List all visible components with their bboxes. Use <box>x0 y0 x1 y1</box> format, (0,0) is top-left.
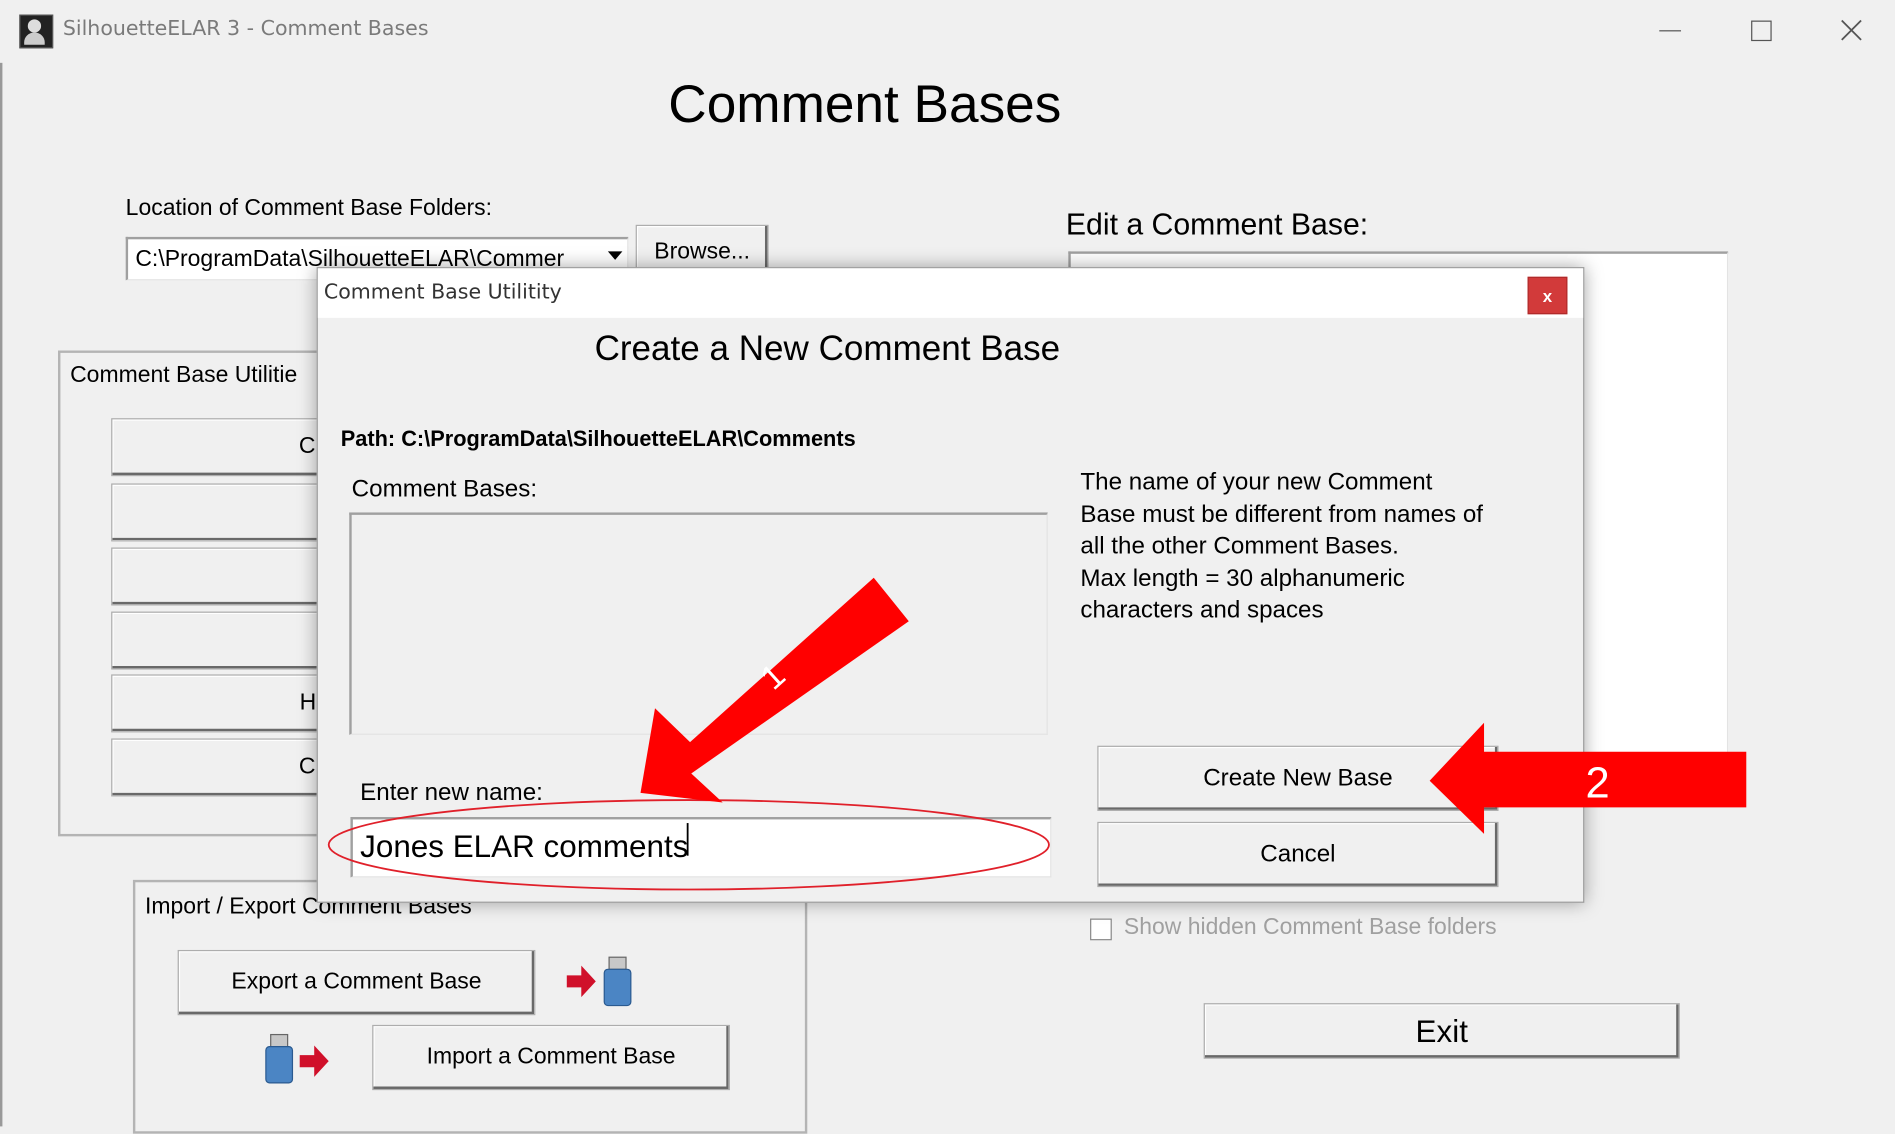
arrow-2-label: 2 <box>1586 760 1610 808</box>
annotation-overlay: 1 2 <box>327 577 1747 891</box>
highlight-ellipse <box>327 799 1050 891</box>
